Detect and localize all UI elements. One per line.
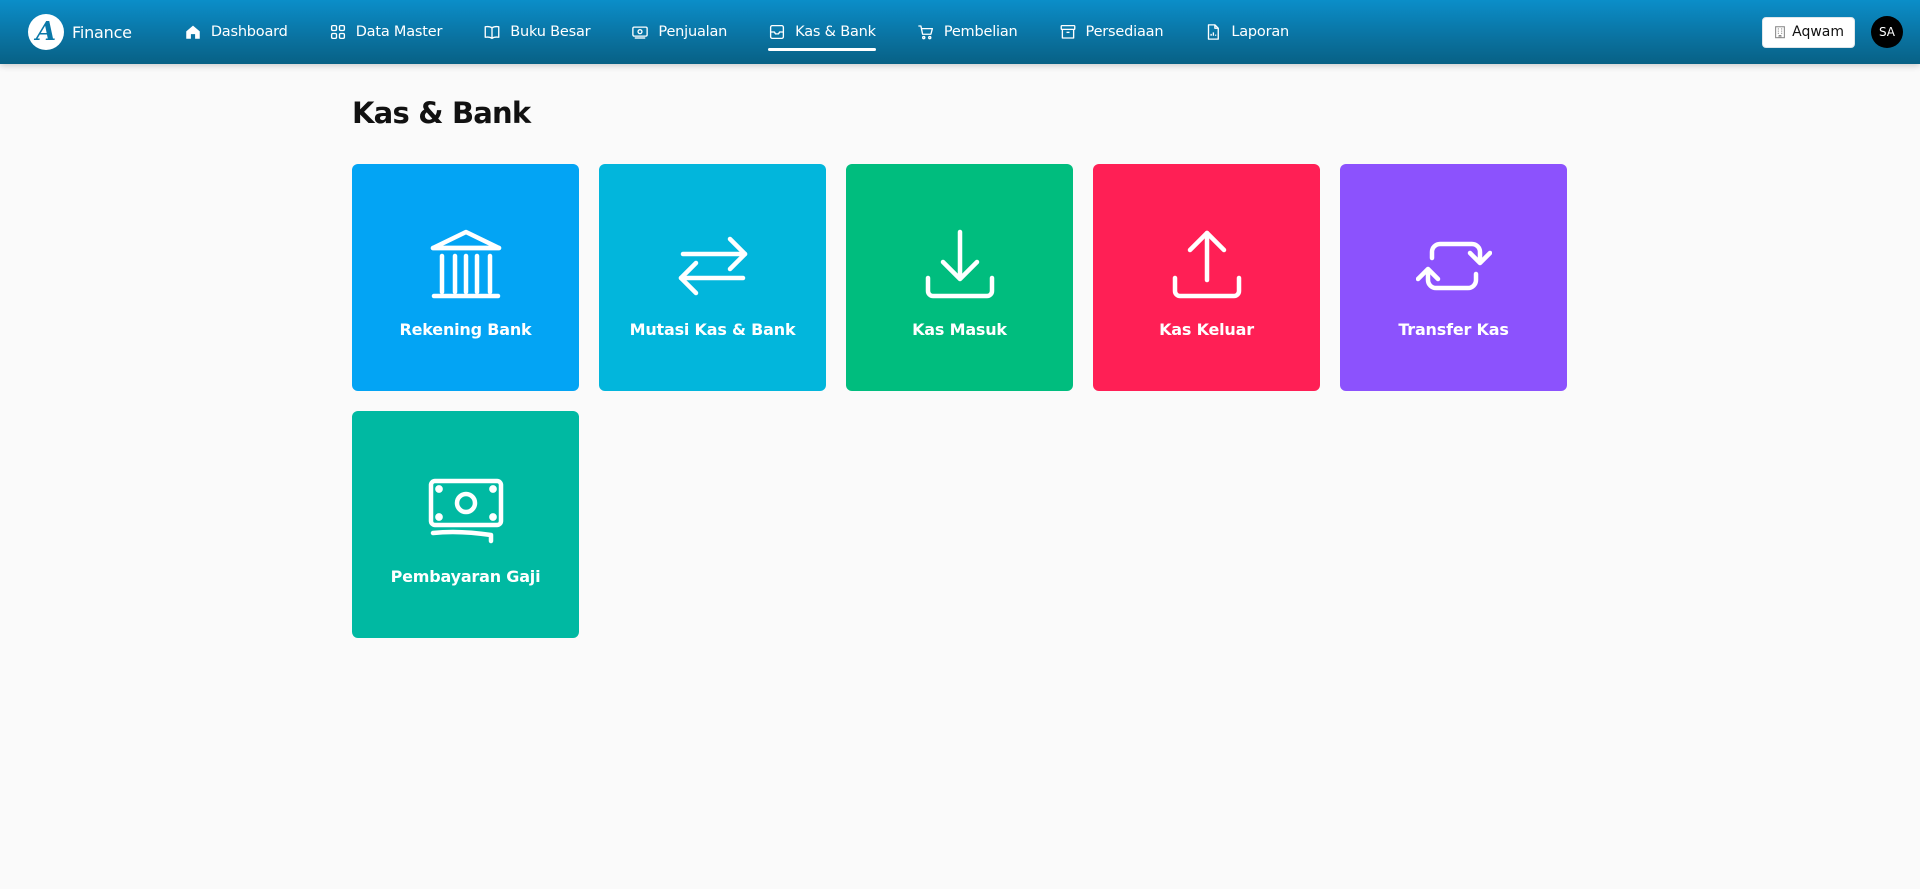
avatar-initials: SA <box>1878 25 1896 39</box>
app-logo-letter: A <box>35 17 57 47</box>
card-kas-masuk[interactable]: Kas Masuk <box>846 164 1073 391</box>
card-label: Transfer Kas <box>1398 320 1509 339</box>
brand-home-link[interactable]: A Finance <box>28 0 132 64</box>
nav-item-label: Kas & Bank <box>795 24 876 40</box>
nav-item-pembelian[interactable]: Pembelian <box>917 0 1018 64</box>
grid-icon <box>330 24 345 40</box>
inbox-icon <box>770 24 785 40</box>
card-pembayaran-gaji[interactable]: Pembayaran Gaji <box>352 411 579 638</box>
card-label: Mutasi Kas & Bank <box>629 320 796 339</box>
card-label: Kas Keluar <box>1159 320 1254 339</box>
card-transfer-kas[interactable]: Transfer Kas <box>1340 164 1567 391</box>
card-label: Rekening Bank <box>399 320 532 339</box>
header-right: Aqwam SA <box>1762 0 1920 64</box>
app-name: Finance <box>72 22 132 42</box>
nav-item-kas-bank[interactable]: Kas & Bank <box>768 0 876 64</box>
home-icon <box>186 25 200 39</box>
nav-item-label: Laporan <box>1231 24 1290 40</box>
archive-icon <box>1060 24 1075 39</box>
main-nav: Dashboard Data Master Buku Besar Penjual… <box>184 0 1330 64</box>
card-kas-keluar[interactable]: Kas Keluar <box>1093 164 1320 391</box>
company-selector-button[interactable]: Aqwam <box>1762 16 1855 48</box>
cash-icon <box>632 26 649 39</box>
card-label: Kas Masuk <box>912 320 1007 339</box>
page-title: Kas & Bank <box>352 96 531 130</box>
money-icon <box>428 478 503 544</box>
nav-item-laporan[interactable]: Laporan <box>1204 0 1289 64</box>
app-logo: A <box>28 14 64 50</box>
nav-item-label: Buku Besar <box>510 24 591 40</box>
card-label: Pembayaran Gaji <box>390 567 541 586</box>
refresh-icon <box>1415 241 1492 291</box>
bank-icon <box>430 229 501 299</box>
download-icon <box>925 229 994 299</box>
nav-item-persediaan[interactable]: Persediaan <box>1059 0 1164 64</box>
nav-item-label: Persediaan <box>1085 24 1164 40</box>
cart-icon <box>918 25 933 40</box>
arrows-switch-icon <box>678 236 747 296</box>
top-navbar: A Finance Dashboard Data Master Buku Bes… <box>0 0 1920 64</box>
user-avatar[interactable]: SA <box>1871 16 1903 48</box>
nav-item-dashboard[interactable]: Dashboard <box>184 0 288 64</box>
nav-item-data-master[interactable]: Data Master <box>329 0 443 64</box>
nav-item-label: Pembelian <box>943 24 1018 40</box>
nav-item-label: Penjualan <box>658 24 728 40</box>
document-icon <box>1208 24 1220 40</box>
book-icon <box>484 25 500 40</box>
nav-item-label: Dashboard <box>210 24 288 40</box>
upload-icon <box>1172 230 1241 299</box>
building-icon <box>1775 26 1786 39</box>
card-mutasi-kas-bank[interactable]: Mutasi Kas & Bank <box>599 164 826 391</box>
nav-item-buku-besar[interactable]: Buku Besar <box>483 0 591 64</box>
nav-item-label: Data Master <box>355 24 443 40</box>
card-rekening-bank[interactable]: Rekening Bank <box>352 164 579 391</box>
nav-item-penjualan[interactable]: Penjualan <box>631 0 727 64</box>
company-name: Aqwam <box>1792 24 1844 40</box>
